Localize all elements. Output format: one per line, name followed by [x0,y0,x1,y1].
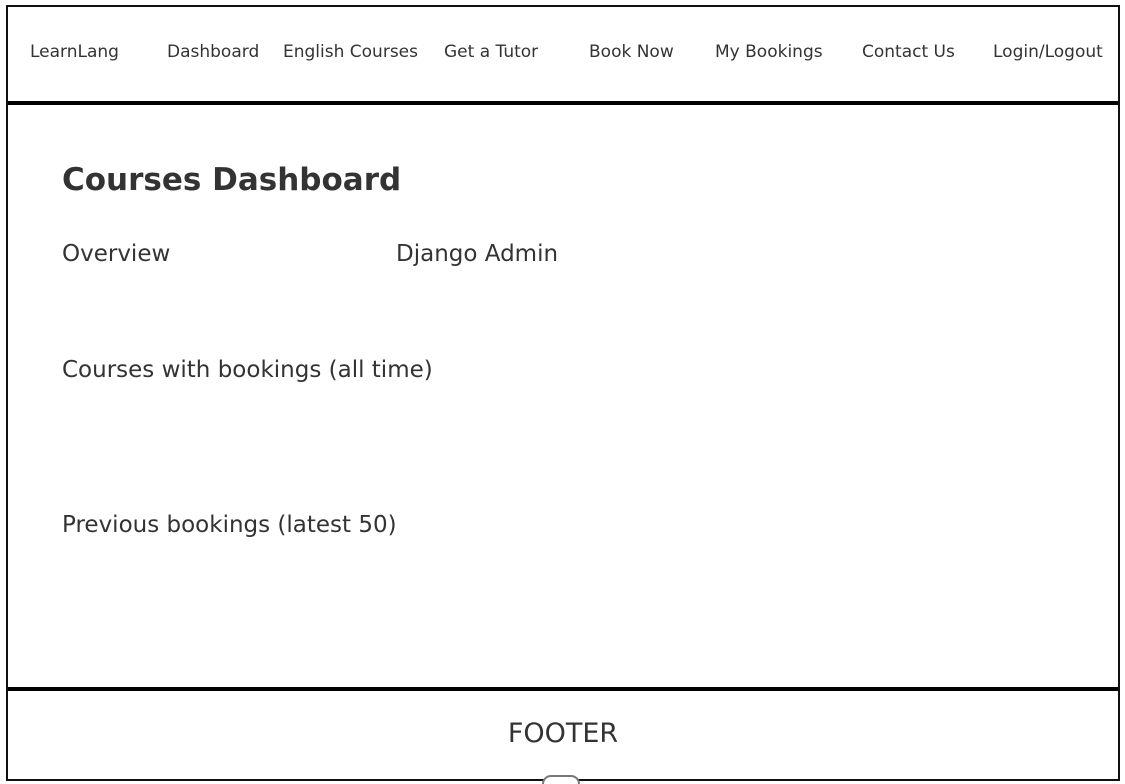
main-content: Courses Dashboard Overview Django Admin … [8,105,1118,691]
footer-text: FOOTER [507,718,619,749]
tab-overview[interactable]: Overview [62,240,170,268]
page-title: Courses Dashboard [62,162,402,198]
page-frame: LearnLang Dashboard English Courses Get … [6,5,1120,781]
nav-english-courses[interactable]: English Courses [283,42,418,62]
footer: FOOTER [8,687,1118,783]
nav-contact-us[interactable]: Contact Us [862,42,955,62]
nav-book-now[interactable]: Book Now [589,42,674,62]
section-heading-previous-bookings: Previous bookings (latest 50) [62,512,397,538]
scroll-handle[interactable] [542,775,580,784]
tab-django-admin[interactable]: Django Admin [396,240,558,268]
navbar: LearnLang Dashboard English Courses Get … [8,7,1118,105]
section-heading-courses-with-bookings: Courses with bookings (all time) [62,357,433,383]
nav-login-logout[interactable]: Login/Logout [993,42,1103,62]
nav-my-bookings[interactable]: My Bookings [715,42,823,62]
brand-logo-link[interactable]: LearnLang [30,42,119,62]
nav-dashboard[interactable]: Dashboard [167,42,259,62]
nav-get-a-tutor[interactable]: Get a Tutor [444,42,538,62]
